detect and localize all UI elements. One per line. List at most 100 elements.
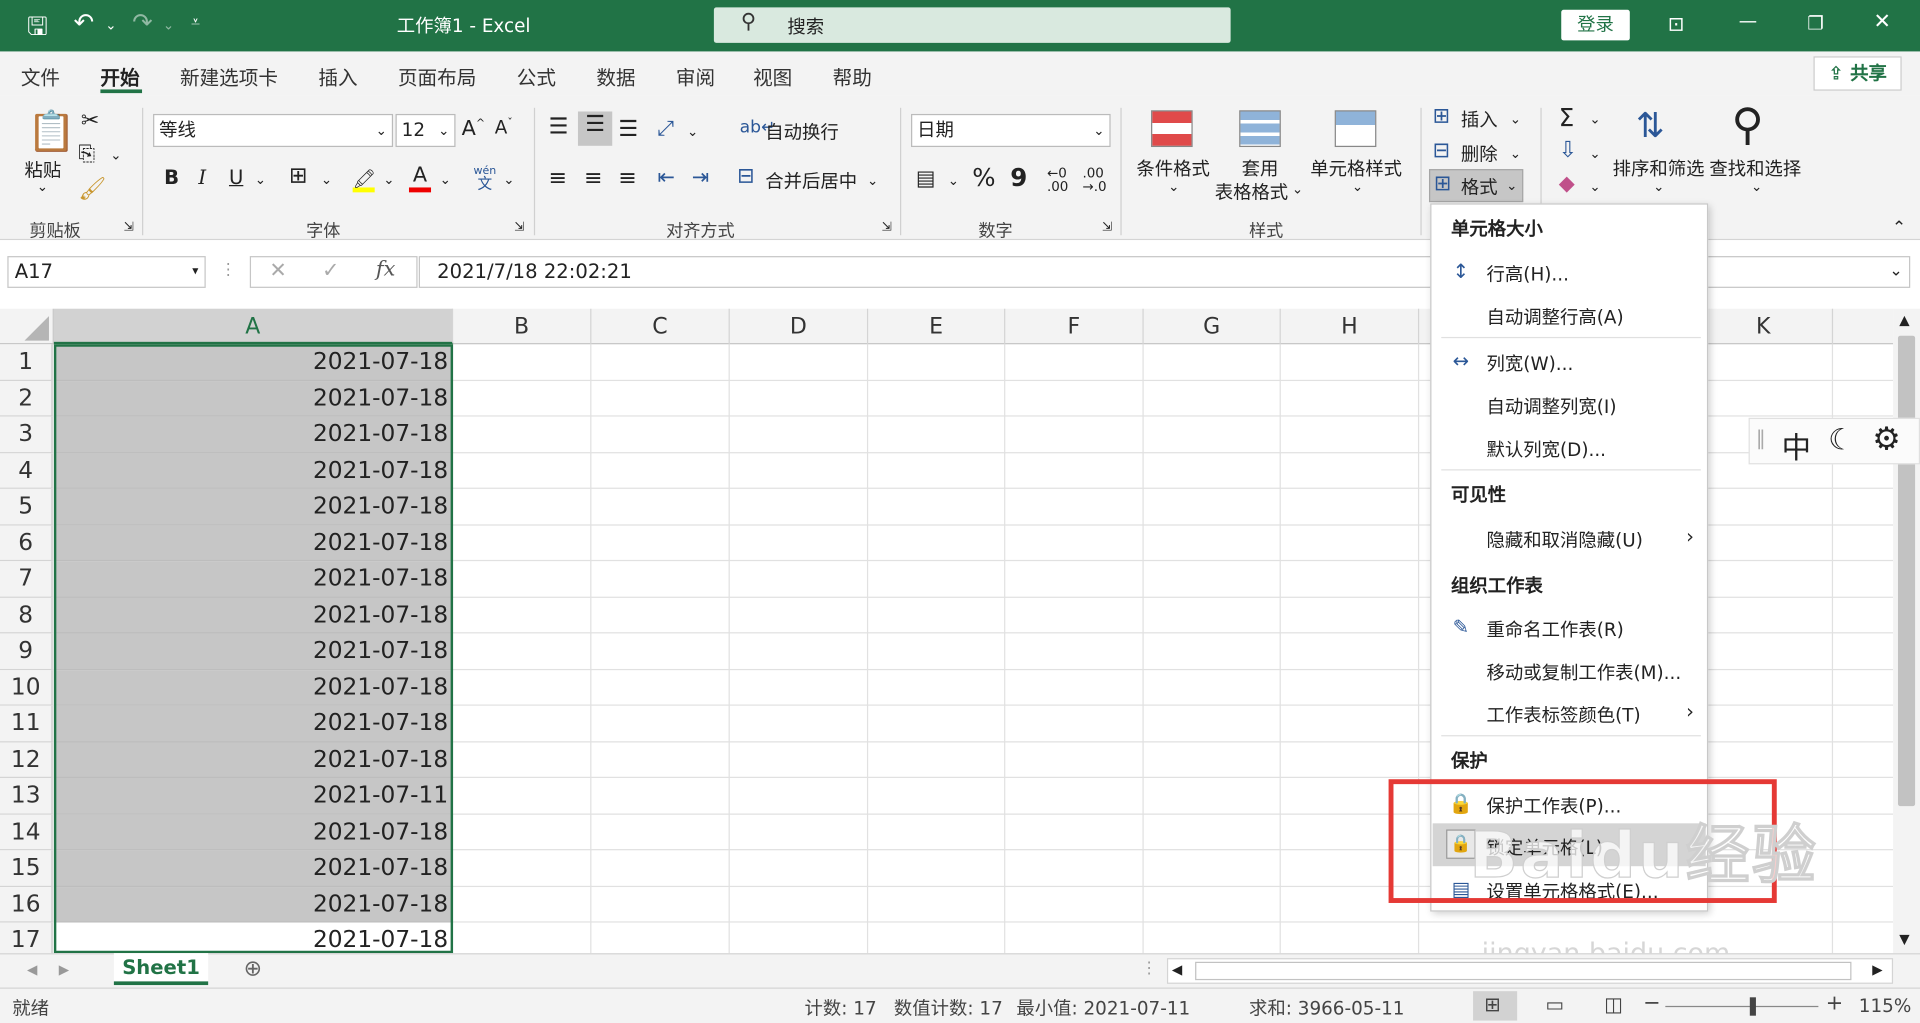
vertical-scroll-thumb[interactable] [1897,335,1916,807]
conditional-dropdown-icon[interactable]: ⌄ [1168,179,1179,195]
fill-dropdown-icon[interactable]: ⌄ [1589,146,1600,162]
login-button[interactable]: 登录 [1561,9,1630,41]
undo-icon[interactable]: ↶ [73,7,94,36]
format-as-table-line2[interactable]: 表格格式 [1215,179,1288,205]
sort-filter-icon[interactable]: ⇅ [1636,105,1665,145]
menu-item-column-width[interactable]: 列宽(W)... [1487,350,1574,376]
ime-mode-toggle[interactable]: 中 [1782,424,1811,467]
cell-a2[interactable]: 2021-07-18 [53,380,454,417]
format-painter-icon[interactable]: 🖌 [78,176,106,202]
ime-drag-handle-icon[interactable]: ‖ [1756,426,1766,449]
sort-dropdown-icon[interactable]: ⌄ [1653,179,1664,195]
insert-dropdown-icon[interactable]: ⌄ [1510,111,1521,127]
format-as-table-line1[interactable]: 套用 [1242,156,1279,182]
decrease-decimal-icon[interactable]: .00 →.0 [1082,167,1106,194]
accounting-dropdown-icon[interactable]: ⌄ [948,173,959,189]
orientation-dropdown-icon[interactable]: ⌄ [687,124,698,140]
column-header-f[interactable]: F [1005,308,1144,345]
delete-cells-button[interactable]: 删除 [1461,141,1498,167]
menu-item-autofit-column[interactable]: 自动调整列宽(I) [1487,393,1617,419]
cell-styles-icon[interactable] [1334,110,1377,148]
tab-new[interactable]: 新建选项卡 [180,61,278,90]
redo-icon[interactable]: ↷ [132,7,153,36]
menu-item-default-width[interactable]: 默认列宽(D)... [1487,436,1606,462]
expand-formula-icon[interactable]: ⌄ [1889,262,1902,280]
menu-item-autofit-row[interactable]: 自动调整行高(A) [1487,304,1624,330]
share-button[interactable]: ⇪ 共享 [1813,56,1902,91]
decrease-font-icon[interactable]: Aˇ [495,116,513,138]
phonetic-guide-icon[interactable]: wén 文 [471,165,498,192]
ribbon-display-options-icon[interactable]: ⊡ [1668,12,1684,35]
page-layout-view-icon[interactable]: ▭ [1545,992,1564,1015]
copy-icon[interactable]: ⎘ [78,142,95,167]
merge-center-button[interactable]: 合并后居中 [765,168,857,194]
row-header[interactable]: 5 [0,488,53,525]
select-all-button[interactable] [0,308,54,345]
delete-dropdown-icon[interactable]: ⌄ [1510,146,1521,162]
row-header[interactable]: 3 [0,416,53,453]
prev-sheet-icon[interactable]: ◀ [27,962,37,978]
cell-a10[interactable]: 2021-07-18 [53,669,454,706]
cell-a3[interactable]: 2021-07-18 [53,416,454,453]
find-dropdown-icon[interactable]: ⌄ [1751,179,1762,195]
cell-a11[interactable]: 2021-07-18 [53,705,454,742]
menu-item-move-copy-sheet[interactable]: 移动或复制工作表(M)... [1487,659,1682,685]
font-size-select[interactable]: 12 ⌄ [395,113,456,148]
conditional-format-icon[interactable] [1151,110,1193,148]
orientation-icon[interactable]: ⤢ [658,116,675,141]
menu-item-rename-sheet[interactable]: 重命名工作表(R) [1487,616,1624,642]
increase-decimal-icon[interactable]: ←0.00 [1047,167,1068,194]
undo-dropdown-icon[interactable]: ⌄ [105,17,116,33]
save-icon[interactable]: 🖫 [27,9,48,51]
cut-icon[interactable]: ✂ [81,108,99,134]
font-launcher-icon[interactable]: ⇲ [514,221,524,234]
copy-dropdown-icon[interactable]: ⌄ [110,147,121,163]
font-color-icon[interactable]: A [408,163,432,193]
merge-dropdown-icon[interactable]: ⌄ [867,173,878,189]
menu-item-hide-unhide[interactable]: 隐藏和取消隐藏(U) [1487,527,1643,553]
cell-a4[interactable]: 2021-07-18 [53,452,454,489]
column-header-k[interactable]: K [1695,308,1834,345]
font-name-select[interactable]: 等线 ⌄ [153,113,394,148]
column-header-b[interactable]: B [453,308,592,345]
row-header[interactable]: 12 [0,741,53,779]
increase-indent-icon[interactable]: ⇥ [692,165,709,190]
tab-view[interactable]: 视图 [753,61,792,90]
cell-a9[interactable]: 2021-07-18 [53,633,454,670]
find-select-icon[interactable]: ⚲ [1731,100,1763,150]
fill-color-icon[interactable]: 🖍 [352,165,376,193]
drag-handle-icon[interactable]: ⋮ [220,261,236,279]
cell-a14[interactable]: 2021-07-18 [53,814,454,851]
customize-quick-access-icon[interactable]: ⩡ [191,13,200,31]
comma-style-button[interactable]: 9 [1010,163,1027,192]
vertical-scrollbar[interactable]: ▲ ▼ [1893,308,1920,954]
wrap-text-button[interactable]: 自动换行 [765,119,838,145]
scroll-right-icon[interactable]: ▶ [1872,962,1882,978]
page-break-view-icon[interactable]: ◫ [1604,992,1623,1015]
cell-styles-dropdown-icon[interactable]: ⌄ [1352,179,1363,195]
row-header[interactable]: 11 [0,705,53,742]
clipboard-launcher-icon[interactable]: ⇲ [124,221,134,234]
column-header-g[interactable]: G [1144,308,1281,345]
tab-file[interactable]: 文件 [21,61,60,90]
paste-dropdown-icon[interactable]: ⌄ [37,179,48,195]
tab-insert[interactable]: 插入 [318,61,357,90]
splitter-icon[interactable]: ⋮ [1141,959,1157,977]
format-cells-button[interactable]: ⊞ 格式 ⌄ [1428,169,1524,203]
bold-button[interactable]: B [164,165,179,188]
decrease-indent-icon[interactable]: ⇤ [658,165,675,190]
row-header[interactable]: 1 [0,344,53,381]
cell-a12[interactable]: 2021-07-18 [53,741,454,779]
align-top-icon[interactable]: ☰ [549,114,569,140]
fill-icon[interactable]: ⇩ [1559,137,1577,163]
clear-dropdown-icon[interactable]: ⌄ [1589,179,1600,195]
scroll-down-icon[interactable]: ▼ [1899,931,1909,947]
paste-icon[interactable]: 📋 [27,108,76,155]
tab-home[interactable]: 开始 [100,61,139,90]
cell-a8[interactable]: 2021-07-18 [53,597,454,634]
sort-filter-button[interactable]: 排序和筛选 [1613,156,1705,182]
cancel-icon[interactable]: ✕ [269,259,286,284]
row-header[interactable]: 7 [0,561,53,598]
cell-a13[interactable]: 2021-07-11 [53,778,454,815]
minimize-icon[interactable]: — [1739,10,1757,32]
